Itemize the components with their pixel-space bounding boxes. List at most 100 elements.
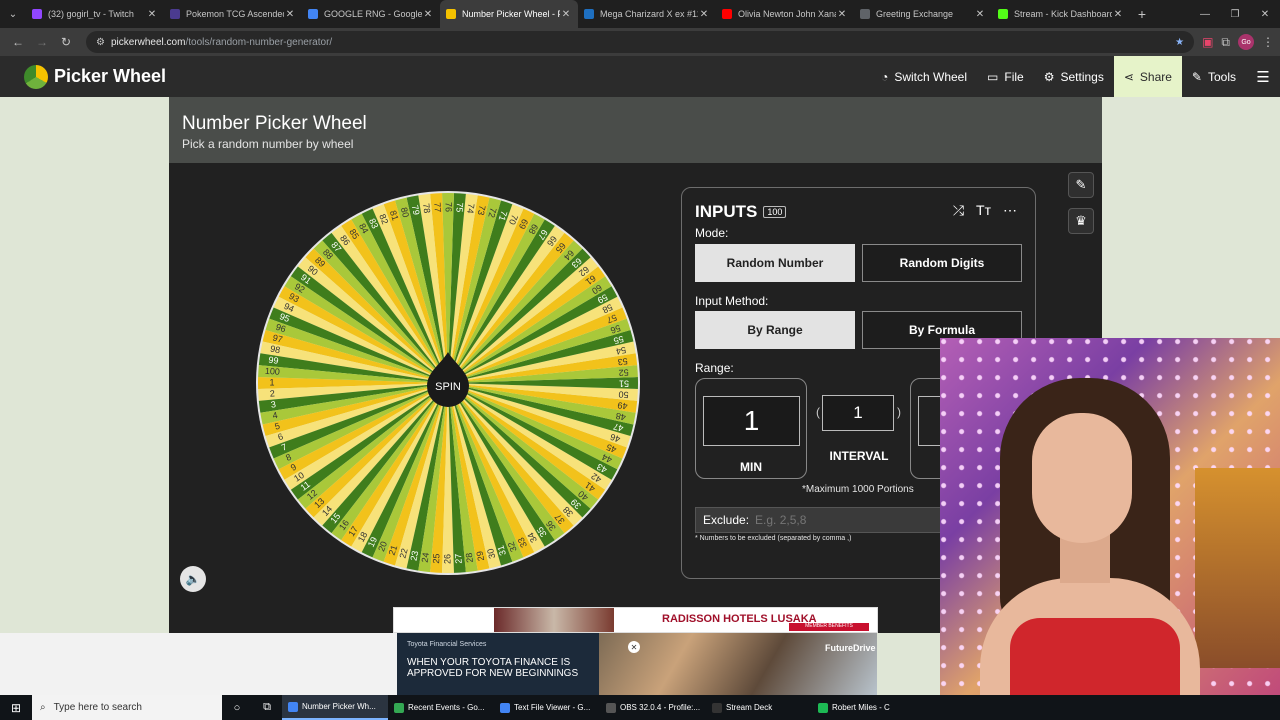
spin-button[interactable]: SPIN <box>425 350 471 408</box>
tab-close-icon[interactable]: ✕ <box>560 9 572 20</box>
tab-close-icon[interactable]: ✕ <box>974 9 986 20</box>
mode-label: Mode: <box>695 226 729 240</box>
wheel-number-label: 23 <box>409 550 421 562</box>
restore-icon[interactable]: ❐ <box>1220 9 1250 20</box>
folder-icon: ▭ <box>987 69 999 84</box>
taskbar-app[interactable]: Robert Miles - C <box>812 695 918 720</box>
taskbar-app[interactable]: Stream Deck <box>706 695 812 720</box>
ad-logo: FutureDrive <box>825 643 876 653</box>
wheel-number-label: 2 <box>269 388 275 398</box>
profile-avatar[interactable]: Go <box>1238 34 1254 50</box>
taskbar-search[interactable]: ⌕ Type here to search <box>32 695 222 720</box>
taskbar-app[interactable]: OBS 32.0.4 - Profile:... <box>600 695 706 720</box>
tab-favicon-icon <box>308 9 318 19</box>
wheel-number-label: 76 <box>444 202 454 212</box>
wheel-number-label: 98 <box>269 344 281 356</box>
search-icon: ⌕ <box>40 702 46 713</box>
minimize-icon[interactable]: — <box>1190 9 1220 20</box>
taskbar-app-icon <box>500 702 510 713</box>
by-range-button[interactable]: By Range <box>695 311 855 349</box>
tab-search-icon[interactable]: ⌄ <box>0 0 26 28</box>
edit-icon[interactable]: ✎ <box>1068 172 1094 198</box>
site-logo[interactable]: Picker Wheel <box>24 64 167 89</box>
forward-icon[interactable]: → <box>30 35 54 49</box>
tab-close-icon[interactable]: ✕ <box>836 9 848 20</box>
back-icon[interactable]: ← <box>6 35 30 49</box>
max-portions-note: *Maximum 1000 Portions <box>802 484 914 495</box>
tab-favicon-icon <box>170 9 180 19</box>
tab-label: (32) gogirl_tv - Twitch <box>48 9 134 19</box>
taskbar-app-icon <box>288 701 298 712</box>
file-label: File <box>1004 69 1024 84</box>
browser-tab[interactable]: Greeting Exchange ✕ <box>854 0 992 28</box>
browser-tab[interactable]: Olivia Newton John Xana ✕ <box>716 0 854 28</box>
min-range-box: 1 MIN <box>695 378 807 479</box>
switch-wheel-button[interactable]: ◔ Switch Wheel <box>871 56 977 97</box>
tab-close-icon[interactable]: ✕ <box>1112 9 1124 20</box>
close-window-icon[interactable]: ✕ <box>1250 9 1280 20</box>
taskbar-app-label: Recent Events - Go... <box>408 703 485 712</box>
tab-close-icon[interactable]: ✕ <box>422 9 434 20</box>
site-header: Picker Wheel ◔ Switch Wheel ▭ File ⚙ Set… <box>0 56 1280 97</box>
cortana-icon[interactable]: ○ <box>222 702 252 714</box>
settings-button[interactable]: ⚙ Settings <box>1034 56 1114 97</box>
mode-random-number-button[interactable]: Random Number <box>695 244 855 282</box>
ad-banner-top[interactable]: RADISSON HOTELS LUSAKA MEMBER BENEFITS <box>393 607 878 633</box>
browser-tab[interactable]: Pokemon TCG Ascended ✕ <box>164 0 302 28</box>
site-info-icon[interactable]: ⚙ <box>96 37 105 48</box>
browser-tab[interactable]: Mega Charizard X ex #12 ✕ <box>578 0 716 28</box>
gear-icon: ⚙ <box>1043 69 1055 84</box>
tab-close-icon[interactable]: ✕ <box>284 9 296 20</box>
tab-close-icon[interactable]: ✕ <box>146 9 158 20</box>
taskbar-app-icon <box>712 702 722 713</box>
hamburger-menu-icon[interactable]: ☰ <box>1246 56 1280 97</box>
file-button[interactable]: ▭ File <box>977 56 1034 97</box>
tools-button[interactable]: ✎ Tools <box>1182 56 1246 97</box>
ad-close-icon[interactable]: ✕ <box>628 641 640 653</box>
wheel-number-label: 50 <box>618 389 629 400</box>
interval-input[interactable]: 1 <box>822 395 894 431</box>
task-view-icon[interactable]: ⧉ <box>252 701 282 714</box>
browser-tab[interactable]: Number Picker Wheel - Pi ✕ <box>440 0 578 28</box>
wheel-number-label: 100 <box>265 366 281 377</box>
shuffle-icon[interactable]: ⤮ <box>953 202 964 219</box>
tab-label: Olivia Newton John Xana <box>738 9 836 19</box>
url-host: pickerwheel.com <box>110 36 186 48</box>
taskbar-app[interactable]: Text File Viewer - G... <box>494 695 600 720</box>
extensions-puzzle-icon[interactable]: ⧉ <box>1221 35 1230 50</box>
browser-tab[interactable]: Stream - Kick Dashboard ✕ <box>992 0 1130 28</box>
trophy-icon[interactable]: ♛ <box>1068 208 1094 234</box>
ad-banner-bottom[interactable]: Toyota Financial Services WHEN YOUR TOYO… <box>397 633 877 695</box>
sound-toggle-icon[interactable]: 🔈 <box>180 566 206 592</box>
tab-favicon-icon <box>860 9 870 19</box>
reload-icon[interactable]: ↻ <box>54 35 78 49</box>
taskbar-app[interactable]: Recent Events - Go... <box>388 695 494 720</box>
min-input[interactable]: 1 <box>703 396 800 446</box>
browser-tab[interactable]: GOOGLE RNG - Google S ✕ <box>302 0 440 28</box>
text-size-icon[interactable]: Tт <box>976 202 991 219</box>
tab-favicon-icon <box>584 9 594 19</box>
tab-favicon-icon <box>998 9 1008 19</box>
browser-tab-strip: ⌄ (32) gogirl_tv - Twitch ✕ Pokemon TCG As… <box>0 0 1280 28</box>
browser-menu-icon[interactable]: ⋮ <box>1262 35 1274 49</box>
new-tab-button[interactable]: + <box>1130 6 1154 22</box>
exclude-input[interactable] <box>755 513 956 527</box>
browser-tab[interactable]: (32) gogirl_tv - Twitch ✕ <box>26 0 164 28</box>
logo-text: Picker Wheel <box>54 66 167 86</box>
tab-close-icon[interactable]: ✕ <box>698 9 710 20</box>
address-bar[interactable]: ⚙ pickerwheel.com/tools/random-number-ge… <box>86 31 1195 53</box>
ad-headline: WHEN YOUR TOYOTA FINANCE IS APPROVED FOR… <box>407 657 579 679</box>
bookmark-star-icon[interactable]: ★ <box>1175 37 1184 48</box>
tab-favicon-icon <box>722 9 732 19</box>
range-label: Range: <box>695 361 734 375</box>
wheel-number-label: 29 <box>475 550 487 562</box>
windows-start-icon[interactable]: ⊞ <box>0 701 32 715</box>
wheel-number-label: 53 <box>617 356 628 367</box>
mode-random-digits-button[interactable]: Random Digits <box>862 244 1022 282</box>
wheel-number-label: 78 <box>421 203 432 214</box>
taskbar-app[interactable]: Number Picker Wh... <box>282 695 388 720</box>
more-options-icon[interactable]: ⋯ <box>1003 202 1017 219</box>
share-button[interactable]: ⋖ Share <box>1113 56 1182 97</box>
extension-icon[interactable]: ▣ <box>1202 35 1213 49</box>
taskbar-app-label: Number Picker Wh... <box>302 702 376 711</box>
